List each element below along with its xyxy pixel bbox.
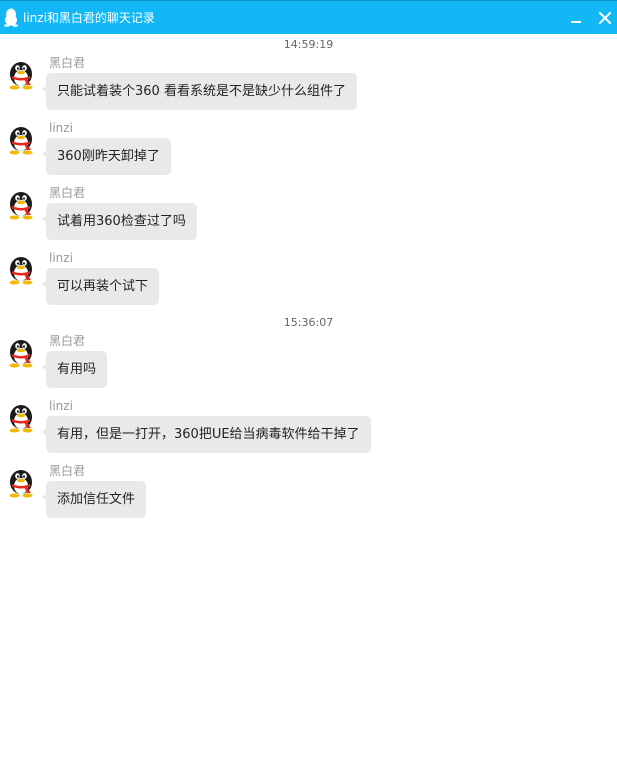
sender-name: 黑白君 bbox=[49, 464, 86, 478]
message-bubble: 试着用360检查过了吗 bbox=[42, 203, 197, 240]
message-bubble: 有用吗 bbox=[41, 351, 108, 388]
message-item: linzi 360刚昨天卸掉了 bbox=[0, 121, 617, 181]
avatar[interactable] bbox=[6, 401, 36, 433]
window-title: linzi和黑白君的聊天记录 bbox=[23, 11, 155, 25]
message-list[interactable]: 14:59:19 黑白君 只能试着装个360 看看系统是不是缺少什么组件了 li… bbox=[0, 34, 617, 777]
sender-name: 黑白君 bbox=[49, 186, 86, 200]
message-item: 黑白君 只能试着装个360 看看系统是不是缺少什么组件了 bbox=[0, 56, 617, 116]
message-item: linzi 有用，但是一打开，360把UE给当病毒软件给干掉了 bbox=[0, 399, 617, 459]
chat-history-window: linzi和黑白君的聊天记录 14:59:19 黑白君 只能试着装个360 看看… bbox=[0, 0, 617, 777]
sender-name: linzi bbox=[49, 399, 73, 413]
minimize-icon bbox=[571, 21, 581, 23]
avatar[interactable] bbox=[6, 58, 36, 90]
message-item: 黑白君 试着用360检查过了吗 bbox=[0, 186, 617, 246]
timestamp: 15:36:07 bbox=[283, 316, 334, 329]
message-bubble: 只能试着装个360 看看系统是不是缺少什么组件了 bbox=[42, 73, 357, 110]
close-button[interactable] bbox=[597, 10, 613, 26]
avatar[interactable] bbox=[6, 188, 36, 220]
qq-penguin-icon bbox=[4, 8, 18, 27]
avatar[interactable] bbox=[6, 336, 36, 368]
message-bubble: 可以再装个试下 bbox=[41, 268, 160, 305]
sender-name: 黑白君 bbox=[49, 334, 86, 348]
avatar[interactable] bbox=[6, 466, 36, 498]
message-item: linzi 可以再装个试下 bbox=[0, 251, 617, 311]
message-bubble: 360刚昨天卸掉了 bbox=[42, 138, 171, 175]
timestamp: 14:59:19 bbox=[283, 38, 334, 51]
message-bubble: 添加信任文件 bbox=[41, 481, 147, 518]
sender-name: linzi bbox=[49, 121, 73, 135]
close-icon bbox=[598, 11, 612, 25]
sender-name: 黑白君 bbox=[49, 56, 86, 70]
title-bar[interactable]: linzi和黑白君的聊天记录 bbox=[0, 0, 617, 34]
message-item: 黑白君 添加信任文件 bbox=[0, 464, 617, 524]
message-bubble: 有用，但是一打开，360把UE给当病毒软件给干掉了 bbox=[42, 416, 371, 453]
avatar[interactable] bbox=[6, 253, 36, 285]
message-item: 黑白君 有用吗 bbox=[0, 334, 617, 394]
avatar[interactable] bbox=[6, 123, 36, 155]
minimize-button[interactable] bbox=[568, 10, 584, 26]
sender-name: linzi bbox=[49, 251, 73, 265]
